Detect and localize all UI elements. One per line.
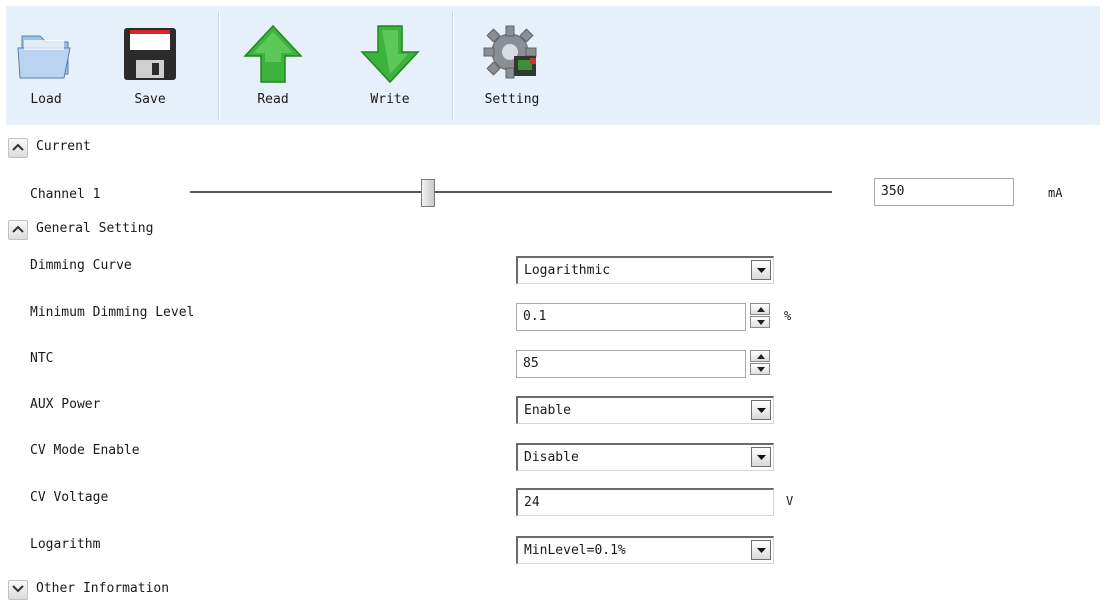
aux-power-value: Enable: [524, 403, 571, 418]
section-current-title: Current: [36, 139, 91, 154]
gear-icon: [483, 25, 537, 79]
dimming-curve-value: Logarithmic: [524, 263, 611, 278]
aux-power-label: AUX Power: [30, 397, 101, 412]
section-other-header[interactable]: Other Information: [8, 578, 268, 600]
section-general-header[interactable]: General Setting: [8, 218, 268, 240]
spin-up-icon[interactable]: [750, 350, 770, 362]
cv-mode-enable-select[interactable]: Disable: [516, 443, 774, 471]
folder-icon: [17, 35, 71, 79]
cv-mode-enable-value: Disable: [524, 450, 579, 465]
setting-label: Setting: [484, 92, 540, 107]
slider-track: [190, 191, 832, 193]
cv-voltage-input[interactable]: 24: [516, 488, 774, 516]
ntc-input[interactable]: 85: [516, 350, 746, 378]
channel-1-slider[interactable]: [190, 179, 832, 207]
arrow-up-icon: [243, 24, 303, 83]
minimum-dimming-level-spinner[interactable]: [750, 303, 772, 329]
section-current-header[interactable]: Current: [8, 136, 208, 158]
spin-down-icon[interactable]: [750, 316, 770, 328]
logarithm-value: MinLevel=0.1%: [524, 543, 626, 558]
dropdown-arrow-icon[interactable]: [751, 447, 771, 467]
collapse-icon[interactable]: [8, 220, 28, 240]
section-general-title: General Setting: [36, 221, 154, 236]
logarithm-label: Logarithm: [30, 537, 101, 552]
save-button[interactable]: Save: [110, 6, 190, 125]
dropdown-arrow-icon[interactable]: [751, 260, 771, 280]
dimming-curve-select[interactable]: Logarithmic: [516, 256, 774, 284]
toolbar-separator: [218, 12, 220, 120]
cv-mode-enable-label: CV Mode Enable: [30, 443, 140, 458]
dropdown-arrow-icon[interactable]: [751, 540, 771, 560]
logarithm-select[interactable]: MinLevel=0.1%: [516, 536, 774, 564]
minimum-dimming-level-label: Minimum Dimming Level: [30, 305, 195, 320]
channel-1-label: Channel 1: [30, 187, 101, 202]
write-label: Write: [370, 92, 410, 107]
read-label: Read: [257, 92, 289, 107]
toolbar-separator: [452, 12, 454, 120]
write-button[interactable]: Write: [350, 6, 430, 125]
channel-1-current-input[interactable]: 350: [874, 178, 1014, 206]
floppy-disk-icon: [124, 28, 176, 80]
collapse-icon[interactable]: [8, 138, 28, 158]
ntc-spinner[interactable]: [750, 350, 772, 376]
arrow-down-icon: [360, 25, 420, 84]
load-button[interactable]: Load: [6, 6, 86, 125]
cv-voltage-label: CV Voltage: [30, 490, 109, 505]
voltage-unit: V: [786, 494, 794, 508]
toolbar: Load Save Read Write Setting: [6, 6, 1100, 125]
minimum-dimming-level-input[interactable]: 0.1: [516, 303, 746, 331]
ntc-label: NTC: [30, 351, 54, 366]
aux-power-select[interactable]: Enable: [516, 396, 774, 424]
spin-up-icon[interactable]: [750, 303, 770, 315]
percent-unit: %: [784, 309, 792, 323]
dropdown-arrow-icon[interactable]: [751, 400, 771, 420]
load-label: Load: [30, 92, 62, 107]
setting-button[interactable]: Setting: [472, 6, 552, 125]
save-label: Save: [134, 92, 166, 107]
expand-icon[interactable]: [8, 580, 28, 600]
dimming-curve-label: Dimming Curve: [30, 258, 132, 273]
read-button[interactable]: Read: [233, 6, 313, 125]
slider-thumb[interactable]: [420, 179, 435, 207]
section-other-title: Other Information: [36, 581, 170, 596]
spin-down-icon[interactable]: [750, 363, 770, 375]
current-unit: mA: [1048, 186, 1063, 200]
